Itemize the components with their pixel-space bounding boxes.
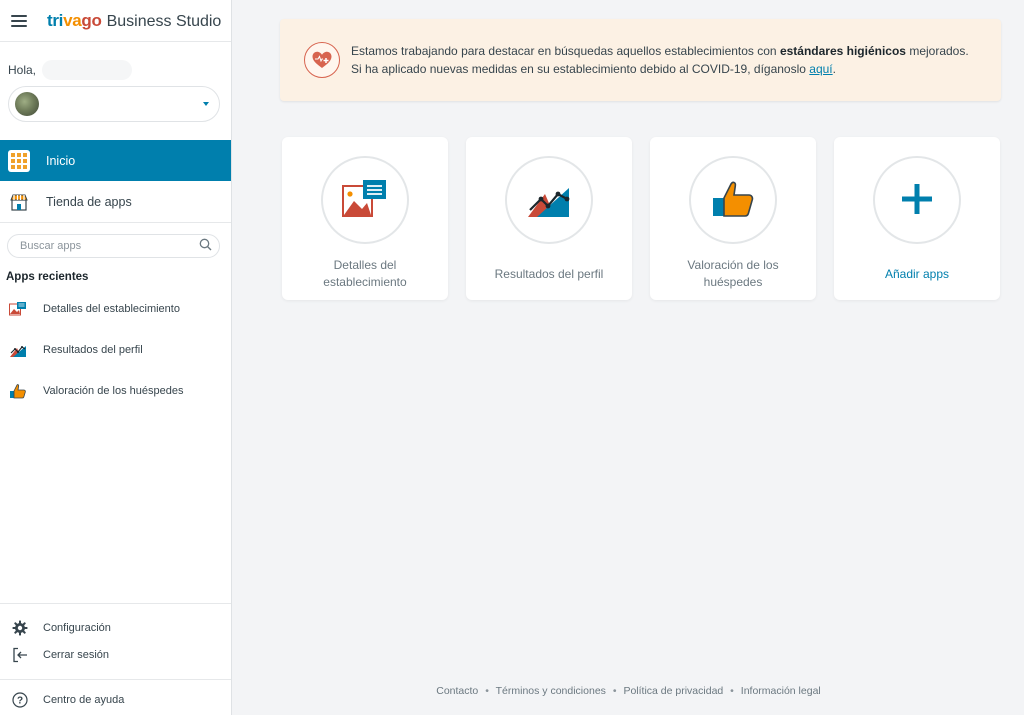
app-store-icon (8, 191, 30, 213)
app-card-anadir[interactable]: Añadir apps (834, 137, 1000, 300)
search-icon[interactable] (199, 238, 212, 254)
footer-link-legal[interactable]: Información legal (741, 685, 821, 697)
footer: Contacto • Términos y condiciones • Polí… (233, 685, 1024, 697)
recent-app-item[interactable]: Valoración de los huéspedes (0, 370, 231, 411)
card-icon-circle (689, 156, 777, 244)
main-nav: Inicio Tienda de apps (0, 140, 231, 222)
guest-rating-icon (712, 180, 754, 221)
covid-hygiene-banner: Estamos trabajando para destacar en búsq… (280, 19, 1001, 101)
greeting-text: Hola, (8, 63, 37, 77)
recent-apps-heading: Apps recientes (6, 271, 89, 283)
profile-results-icon (527, 180, 571, 221)
footer-link-privacidad[interactable]: Política de privacidad (623, 685, 723, 697)
settings-link[interactable]: Configuración (0, 614, 231, 641)
settings-label: Configuración (43, 621, 111, 634)
app-search (7, 234, 220, 258)
footer-separator: • (730, 685, 734, 697)
hamburger-menu-icon[interactable] (11, 14, 27, 27)
banner-text-end: . (832, 62, 836, 76)
app-card-valoracion[interactable]: Valoración de los huéspedes (650, 137, 816, 300)
guest-rating-icon (8, 381, 28, 401)
profile-results-icon (8, 340, 28, 360)
avatar (15, 92, 39, 116)
sidebar: trivago Business Studio Hola, Inicio Tie… (0, 0, 232, 715)
nav-item-label: Tienda de apps (46, 194, 132, 209)
footer-separator: • (485, 685, 489, 697)
recent-app-label: Resultados del perfil (43, 343, 143, 356)
card-label: Valoración de los huéspedes (687, 258, 779, 289)
brand-wordmark: trivago (47, 10, 102, 30)
sidebar-bottom: Configuración Cerrar sesión ? Centro de … (0, 603, 231, 715)
recent-app-label: Detalles del establecimiento (43, 302, 180, 315)
footer-link-contacto[interactable]: Contacto (436, 685, 478, 697)
app-card-resultados[interactable]: Resultados del perfil (466, 137, 632, 300)
app-cards: Detalles del establecimiento Resultados … (282, 137, 1000, 300)
nav-item-label: Inicio (46, 153, 76, 168)
user-name-placeholder (42, 60, 133, 80)
recent-app-label: Valoración de los huéspedes (43, 384, 184, 397)
banner-text-start: Estamos trabajando para destacar en búsq… (351, 44, 780, 58)
card-icon-circle (873, 156, 961, 244)
logout-label: Cerrar sesión (43, 648, 110, 661)
recent-app-item[interactable]: Detalles del establecimiento (0, 288, 231, 329)
card-icon-circle (321, 156, 409, 244)
search-input[interactable] (20, 240, 180, 252)
help-label: Centro de ayuda (43, 693, 125, 706)
banner-message: Estamos trabajando para destacar en búsq… (351, 42, 977, 78)
gear-icon (11, 619, 29, 637)
banner-link[interactable]: aquí (809, 62, 832, 76)
property-details-icon (342, 179, 388, 222)
logout-icon (11, 646, 29, 664)
logout-link[interactable]: Cerrar sesión (0, 641, 231, 668)
divider (0, 222, 231, 223)
card-icon-circle (505, 156, 593, 244)
plus-icon (901, 183, 933, 218)
footer-link-terminos[interactable]: Términos y condiciones (496, 685, 606, 697)
app-logo[interactable]: trivago Business Studio (47, 11, 221, 31)
product-name: Business Studio (106, 12, 222, 30)
banner-text-bold: estándares higiénicos (779, 44, 906, 58)
top-bar: trivago Business Studio (0, 0, 231, 42)
heart-plus-icon (304, 42, 340, 78)
card-label: Añadir apps (884, 266, 950, 281)
footer-separator: • (612, 685, 617, 697)
svg-text:?: ? (17, 695, 23, 706)
greeting: Hola, (0, 42, 231, 80)
recent-app-item[interactable]: Resultados del perfil (0, 329, 231, 370)
app-card-detalles[interactable]: Detalles del establecimiento (282, 137, 448, 300)
account-selector[interactable] (8, 86, 220, 122)
nav-item-tienda-de-apps[interactable]: Tienda de apps (0, 181, 231, 222)
card-label: Resultados del perfil (494, 266, 604, 281)
property-details-icon (8, 299, 28, 319)
help-center-link[interactable]: ? Centro de ayuda (0, 686, 231, 713)
card-label: Detalles del establecimiento (323, 258, 407, 289)
nav-item-inicio[interactable]: Inicio (0, 140, 231, 181)
apps-grid-icon (8, 149, 30, 172)
help-icon: ? (11, 691, 29, 709)
chevron-down-icon (203, 102, 209, 106)
